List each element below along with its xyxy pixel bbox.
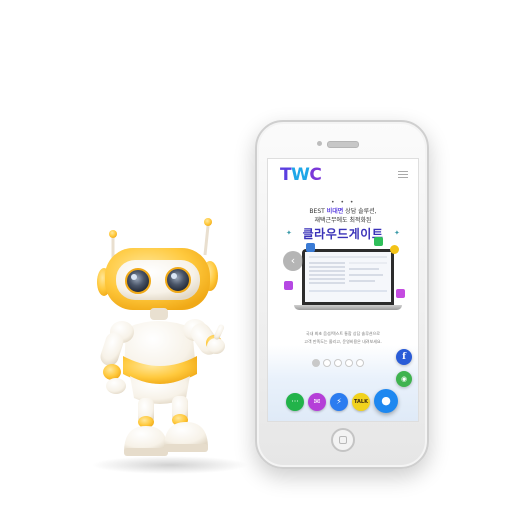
carousel-dot[interactable] (323, 359, 331, 367)
home-button[interactable] (331, 428, 355, 452)
laptop-base (294, 305, 402, 310)
laptop-screen (305, 252, 391, 302)
decorative-dots: • • • (331, 199, 356, 206)
ui-row (309, 270, 345, 272)
hamburger-menu-icon[interactable] (398, 171, 408, 178)
hero-description-1: 국내 최초 음성/텍스트 통합 상담 솔루션으로 (306, 331, 380, 336)
sparkle-icon: ✦ (394, 229, 400, 237)
smartphone-mockup: TWC • • • BEST 비대면 상담 솔루션, 재택근무에도 최적화된 ✦… (255, 120, 429, 469)
ui-row (309, 278, 345, 280)
logo-letter: C (309, 165, 322, 185)
kakaotalk-icon[interactable]: TALK (352, 393, 370, 411)
carousel-dot[interactable] (356, 359, 364, 367)
ui-row (309, 290, 387, 292)
logo-letter: W (291, 165, 310, 185)
laptop-icon (302, 249, 394, 305)
floating-app-icon (390, 245, 399, 254)
tagline-suffix: 상담 솔루션, (343, 208, 377, 215)
carousel-pagination (312, 352, 367, 367)
earpiece-speaker (327, 141, 359, 148)
tagline-prefix: BEST (309, 208, 327, 215)
ui-row (349, 268, 379, 270)
phone-screen: TWC • • • BEST 비대면 상담 솔루션, 재택근무에도 최적화된 ✦… (267, 158, 419, 422)
share-icon[interactable]: ◉ (396, 371, 412, 387)
facebook-icon[interactable]: f (396, 349, 412, 365)
floating-app-icon (306, 243, 315, 252)
tagline-bold: 비대면 (326, 208, 344, 215)
twc-logo[interactable]: TWC (280, 165, 322, 185)
chat-bubble-icon[interactable]: ··· (286, 393, 304, 411)
hero-tagline-2: 재택근무에도 최적화된 (314, 217, 372, 224)
front-camera (317, 141, 322, 146)
ui-row (309, 262, 345, 264)
ui-row (309, 266, 345, 268)
ui-row (309, 274, 345, 276)
floating-app-icon (396, 289, 405, 298)
ui-row (349, 274, 383, 276)
messenger-icon[interactable]: ⚡ (330, 393, 348, 411)
floating-app-icon (284, 281, 293, 290)
ui-row (309, 282, 345, 284)
ui-row (349, 280, 375, 282)
floating-app-icon (374, 237, 383, 246)
contact-button-bar: ··· ✉ ⚡ TALK ● (286, 389, 418, 413)
logo-letter: T (280, 165, 292, 185)
ui-row (349, 262, 387, 264)
main-chat-button[interactable]: ● (374, 389, 398, 413)
hero-tagline: BEST 비대면 상담 솔루션, (268, 206, 418, 215)
carousel-dot[interactable] (334, 359, 342, 367)
message-icon[interactable]: ✉ (308, 393, 326, 411)
ui-row (309, 256, 387, 258)
carousel-dot[interactable] (345, 359, 353, 367)
carousel-prev-button[interactable]: ‹ (283, 251, 303, 271)
carousel-dot[interactable] (312, 359, 320, 367)
